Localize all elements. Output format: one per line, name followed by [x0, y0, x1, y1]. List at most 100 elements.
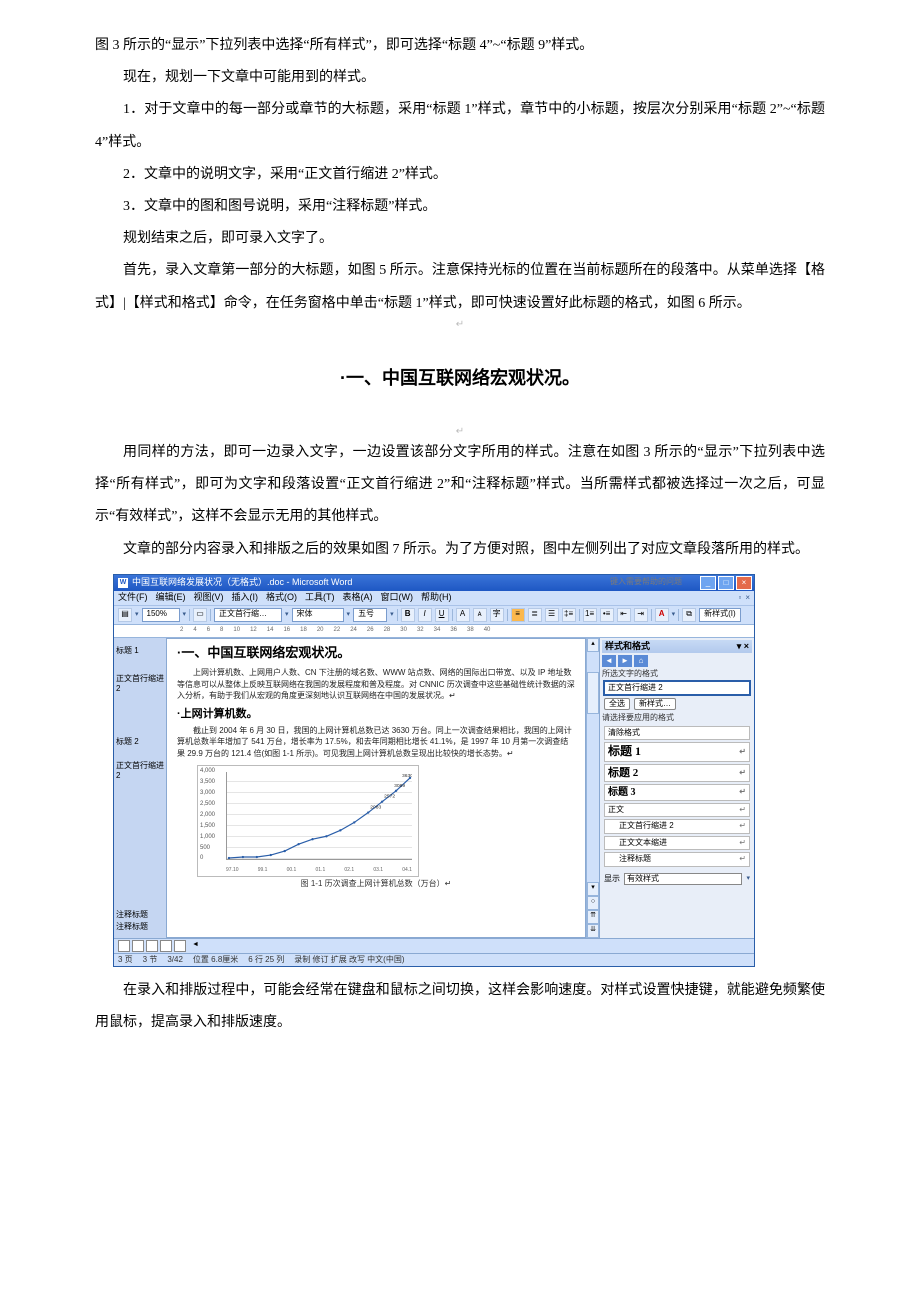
paragraph-mark-icon: ↵ — [95, 320, 825, 330]
menu-insert[interactable]: 插入(I) — [232, 592, 259, 604]
status-section: 3 节 — [143, 955, 158, 965]
style-item-caption[interactable]: 注释标题↵ — [604, 852, 750, 866]
line-spacing-icon[interactable]: ‡≡ — [562, 608, 576, 622]
new-style-button[interactable]: 新样式… — [634, 698, 676, 710]
style-item-h2[interactable]: 标题 2↵ — [604, 764, 750, 782]
align-left-icon[interactable]: ≡ — [511, 608, 525, 622]
vertical-scrollbar[interactable]: ▴ ▾ ○ ⇈ ⇊ — [586, 638, 599, 938]
svg-text:2572: 2572 — [384, 794, 395, 800]
chart-figure: 4,000 3,500 3,000 2,500 2,000 1,500 1,00… — [197, 765, 419, 877]
char-spacing-icon[interactable]: 字 — [490, 608, 504, 622]
styles-task-pane: 样式和格式 ▾ × ◄ ► ⌂ 所选文字的格式 正文首行缩进 2 全选 新样式…… — [599, 638, 754, 938]
reading-view-icon[interactable] — [174, 940, 186, 952]
style-item-indent2[interactable]: 正文首行缩进 2↵ — [604, 819, 750, 833]
svg-text:3089: 3089 — [394, 783, 405, 789]
svg-text:2083: 2083 — [370, 804, 381, 810]
status-pages: 3/42 — [167, 955, 183, 965]
menubar: 文件(F) 编辑(E) 视图(V) 插入(I) 格式(O) 工具(T) 表格(A… — [114, 591, 754, 605]
align-center-icon[interactable]: ≣ — [528, 608, 542, 622]
doc-body-text: 截止到 2004 年 6 月 30 日，我国的上网计算机总数已达 3630 万台… — [177, 725, 575, 759]
font-combo[interactable]: 宋体 — [292, 608, 344, 622]
bulleted-list-icon[interactable]: •≡ — [600, 608, 614, 622]
pane-forward-icon[interactable]: ► — [618, 655, 632, 667]
task-pane-close-icon[interactable]: ▾ × — [737, 641, 749, 653]
chart-line-icon: 2083 2572 3089 3630 — [227, 772, 412, 859]
style-item-normal[interactable]: 正文↵ — [604, 803, 750, 817]
body-paragraph-list: 1．对于文章中的每一部分或章节的大标题，采用“标题 1”样式，章节中的小标题，按… — [95, 94, 825, 158]
decrease-indent-icon[interactable]: ⇤ — [617, 608, 631, 622]
dropdown-arrow-icon[interactable]: ▾ — [390, 610, 394, 619]
paragraph-mark-icon: ↵ — [95, 427, 825, 437]
font-size-combo[interactable]: 五号 — [353, 608, 387, 622]
dropdown-arrow-icon[interactable]: ▾ — [347, 610, 351, 619]
pane-home-icon[interactable]: ⌂ — [634, 655, 648, 667]
menu-help[interactable]: 帮助(H) — [421, 592, 452, 604]
menu-edit[interactable]: 编辑(E) — [156, 592, 186, 604]
underline-button[interactable]: U — [435, 608, 449, 622]
help-hint-input[interactable]: 键入需要帮助的问题 — [610, 577, 750, 587]
restore-inner-button[interactable]: ▫ — [738, 593, 741, 603]
close-inner-button[interactable]: × — [745, 593, 750, 603]
normal-view-icon[interactable] — [118, 940, 130, 952]
formatting-toolbar: ▤ ▾ 150% ▾ ▭ 正文首行缩… ▾ 宋体 ▾ 五号 ▾ B I U A … — [114, 605, 754, 624]
margin-label-h1: 标题 1 — [114, 646, 166, 656]
current-format-value[interactable]: 正文首行缩进 2 — [604, 681, 750, 695]
bold-button[interactable]: B — [401, 608, 415, 622]
menu-tools[interactable]: 工具(T) — [305, 592, 335, 604]
next-page-icon[interactable]: ⇊ — [587, 924, 599, 938]
menu-format[interactable]: 格式(O) — [266, 592, 297, 604]
style-combo[interactable]: 正文首行缩… — [214, 608, 282, 622]
scroll-thumb[interactable] — [587, 672, 599, 714]
body-paragraph: 文章的部分内容录入和排版之后的效果如图 7 所示。为了方便对照，图中左侧列出了对… — [95, 534, 825, 566]
status-modes: 录制 修订 扩展 改写 中文(中国) — [294, 955, 404, 965]
menu-file[interactable]: 文件(F) — [118, 592, 148, 604]
align-distribute-icon[interactable]: ☰ — [545, 608, 559, 622]
style-item-clear[interactable]: 清除格式 — [604, 726, 750, 740]
style-item-bodytext-indent[interactable]: 正文文本缩进↵ — [604, 836, 750, 850]
status-line-col: 6 行 25 列 — [248, 955, 284, 965]
outline-view-icon[interactable] — [160, 940, 172, 952]
menu-table[interactable]: 表格(A) — [343, 592, 373, 604]
font-shrink-icon[interactable]: ᴀ — [473, 608, 487, 622]
inline-sample-heading: ·一、中国互联网络宏观状况。 — [95, 358, 825, 399]
web-view-icon[interactable] — [132, 940, 144, 952]
outline-view-icon[interactable]: ▤ — [118, 608, 132, 622]
font-color-button[interactable]: A — [655, 608, 669, 622]
doc-body-text: 上网计算机数、上网用户人数、CN 下注册的域名数、WWW 站点数、网络的国际出口… — [177, 667, 575, 701]
menu-window[interactable]: 窗口(W) — [381, 592, 414, 604]
new-style-button[interactable]: 新样式(I) — [699, 608, 741, 622]
task-pane-title: 样式和格式 — [605, 641, 650, 653]
dropdown-arrow-icon[interactable]: ▾ — [746, 874, 750, 883]
document-pane[interactable]: ·一、中国互联网络宏观状况。 上网计算机数、上网用户人数、CN 下注册的域名数、… — [166, 638, 586, 938]
prev-page-icon[interactable]: ⇈ — [587, 910, 599, 924]
show-combo[interactable]: 有效样式 — [624, 873, 742, 885]
styles-pane-button[interactable]: ⧉ — [682, 608, 696, 622]
increase-indent-icon[interactable]: ⇥ — [634, 608, 648, 622]
body-paragraph: 用同样的方法，即可一边录入文字，一边设置该部分文字所用的样式。注意在如图 3 所… — [95, 437, 825, 534]
italic-button[interactable]: I — [418, 608, 432, 622]
style-item-h1[interactable]: 标题 1↵ — [604, 742, 750, 762]
dropdown-arrow-icon[interactable]: ▾ — [183, 610, 187, 619]
scroll-up-icon[interactable]: ▴ — [587, 638, 599, 652]
pane-back-icon[interactable]: ◄ — [602, 655, 616, 667]
numbered-list-icon[interactable]: 1≡ — [583, 608, 597, 622]
dropdown-arrow-icon[interactable]: ▾ — [285, 610, 289, 619]
style-item-h3[interactable]: 标题 3↵ — [604, 784, 750, 801]
print-view-icon[interactable] — [146, 940, 158, 952]
read-mode-icon[interactable]: ▭ — [193, 608, 207, 622]
pick-format-label: 请选择要应用的格式 — [602, 713, 752, 723]
dropdown-arrow-icon[interactable]: ▾ — [135, 610, 139, 619]
menu-view[interactable]: 视图(V) — [194, 592, 224, 604]
dropdown-arrow-icon[interactable]: ▾ — [672, 610, 676, 619]
horizontal-ruler[interactable]: 246810121416 1820222426283032 34363840 — [114, 624, 754, 638]
figure-caption: 图 1-1 历次调查上网计算机总数（万台）↵ — [177, 879, 575, 889]
status-position: 位置 6.8厘米 — [193, 955, 238, 965]
body-paragraph: 在录入和排版过程中，可能会经常在键盘和鼠标之间切换，这样会影响速度。对样式设置快… — [95, 975, 825, 1039]
zoom-combo[interactable]: 150% — [142, 608, 180, 622]
scroll-down-icon[interactable]: ▾ — [587, 882, 599, 896]
browse-object-icon[interactable]: ○ — [587, 896, 599, 910]
view-switcher: ◄ — [114, 938, 754, 953]
doc-heading-1: ·一、中国互联网络宏观状况。 — [177, 645, 575, 662]
select-all-button[interactable]: 全选 — [604, 698, 630, 710]
font-grow-icon[interactable]: A — [456, 608, 470, 622]
